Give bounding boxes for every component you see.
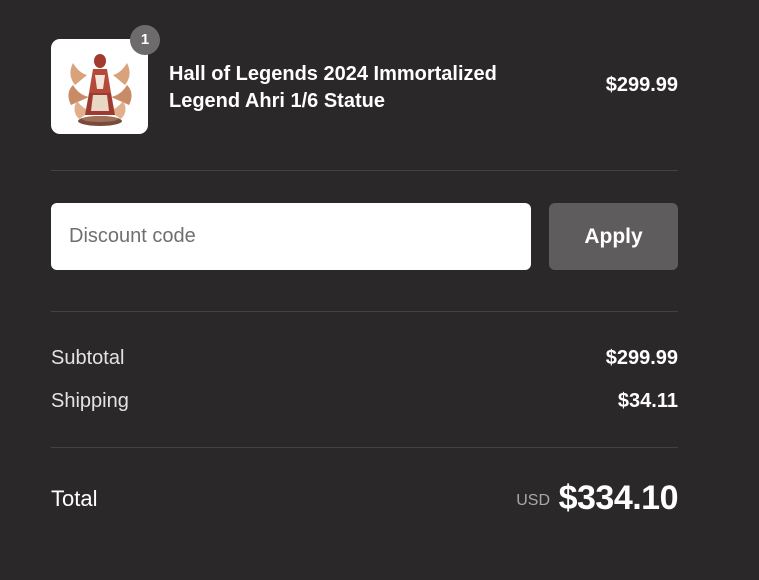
currency-code: USD: [516, 492, 550, 509]
total-amount: $334.10: [558, 479, 679, 517]
product-title: Hall of Legends 2024 Immortalized Legend…: [169, 63, 497, 112]
shipping-label: Shipping: [51, 390, 129, 412]
apply-button[interactable]: Apply: [549, 203, 678, 270]
product-thumbnail: 1: [51, 25, 160, 134]
subtotal-row: Subtotal $299.99: [51, 347, 678, 375]
totals-section: Subtotal $299.99 Shipping $34.11: [51, 312, 678, 448]
quantity-badge: 1: [130, 25, 160, 55]
shipping-value: $34.11: [617, 390, 678, 412]
product-price: $299.99: [605, 74, 678, 96]
statue-image: [68, 54, 132, 126]
discount-code-input[interactable]: [51, 203, 531, 270]
subtotal-value: $299.99: [605, 347, 678, 369]
shipping-row: Shipping $34.11: [51, 390, 678, 418]
cart-line-item: 1 Hall of Legends 2024 Immortalized Lege…: [51, 0, 678, 171]
subtotal-label: Subtotal: [51, 347, 125, 369]
order-summary: 1 Hall of Legends 2024 Immortalized Lege…: [51, 0, 679, 548]
discount-section: Apply: [51, 171, 678, 312]
total-label: Total: [51, 486, 98, 511]
total-row: Total USD $334.10: [51, 448, 679, 548]
